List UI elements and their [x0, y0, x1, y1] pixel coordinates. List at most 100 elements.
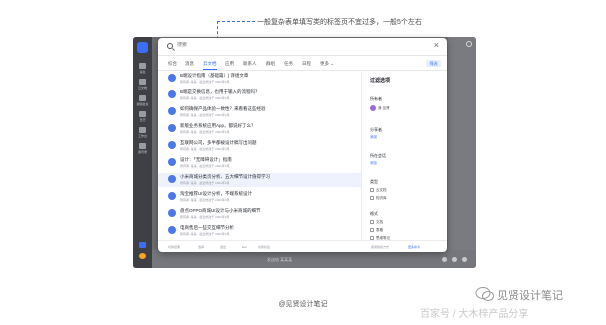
filter-button[interactable]: 筛选 — [426, 60, 441, 67]
type-option-docs[interactable]: 云文档 — [370, 187, 410, 193]
result-item-highlighted[interactable]: 小米商城分类页分析、五大细节设计值得学习 所有者: 某某 · 最近修改于 202… — [158, 173, 361, 187]
tab-messages[interactable]: 消息 — [185, 61, 194, 67]
annotation-line — [217, 21, 255, 22]
watermark-subtitle: 百家号 / 大木梓产品分享 — [420, 309, 529, 320]
tab-calendar[interactable]: 日程 — [302, 61, 311, 67]
app-sidebar: 消息 云文档 视频会议 日历 工作台 通讯录 — [133, 37, 152, 268]
search-panel: × 综合 消息 云文档 应用 联系人 群组 任务 日程 更多 ⌄ 筛选 B端设计… — [158, 38, 447, 252]
search-bar: × — [158, 38, 447, 56]
workspace-icon[interactable] — [139, 127, 146, 133]
result-title: B端是交换信息，也用于输入的流程吗？ — [180, 89, 260, 94]
sidebar-label-contacts: 通讯录 — [137, 150, 147, 154]
group-add-link[interactable]: 添加 — [370, 161, 377, 166]
annotation-text: 一般复杂表单填写类的标签页不宜过多，一般5个左右 — [257, 19, 422, 26]
result-meta: 所有者: 某某 · 最近修改于 2021年3月 — [180, 129, 230, 134]
sharer-add-link[interactable]: 添加 — [370, 135, 377, 140]
format-option-label: 文档 — [376, 219, 383, 224]
search-input[interactable] — [177, 42, 377, 48]
doc-icon — [168, 107, 176, 115]
checkbox[interactable] — [370, 235, 374, 240]
result-item[interactable]: 盘点OPPO商城UI设计与小米商城的细节 所有者: 某某 · 最近修改于 202… — [158, 207, 361, 221]
format-option-sheet[interactable]: 表格 — [370, 227, 410, 233]
doc-icon — [168, 158, 176, 166]
contacts-icon[interactable] — [139, 143, 146, 149]
owner-label: 所有者 — [370, 96, 382, 101]
profile-icon[interactable] — [139, 253, 146, 259]
docs-icon[interactable] — [139, 79, 146, 85]
doc-icon — [168, 226, 176, 234]
doc-icon — [168, 90, 176, 98]
owner-chip[interactable]: 我·见贤 — [370, 104, 408, 111]
composer-placeholder: 发送给 某某某 — [267, 257, 293, 262]
type-option-label: 云文档 — [376, 187, 387, 192]
tab-all[interactable]: 综合 — [168, 61, 177, 67]
result-item[interactable]: 新版业务系统应用App，都说好了么？ 所有者: 某某 · 最近修改于 2021年… — [158, 122, 361, 136]
hint-switch-tab: 切换标签 — [258, 245, 271, 249]
message-icon[interactable] — [139, 63, 146, 69]
checkbox[interactable] — [370, 227, 374, 232]
tab-contacts[interactable]: 联系人 — [243, 61, 257, 67]
shortcut-footer: 切换结果 选择 退出 Esc 切换标签 使用快捷方式 更多命令 — [158, 240, 447, 252]
result-meta: 所有者: 某某 · 最近修改于 2021年3月 — [180, 163, 230, 168]
result-item[interactable]: 如何确保产品体验一致性？来看看这些经验 所有者: 某某 · 最近修改于 2021… — [158, 105, 361, 119]
sidebar-label-workspace: 工作台 — [137, 134, 147, 138]
doc-icon — [168, 74, 176, 82]
tab-tasks[interactable]: 任务 — [284, 61, 293, 67]
emoji-icon[interactable] — [442, 257, 447, 262]
hint-esc: Esc — [242, 245, 248, 249]
tab-apps[interactable]: 应用 — [225, 61, 234, 67]
type-option-wiki[interactable]: 知识库 — [370, 195, 410, 201]
result-title: 互联网公司，多半都被设计稿写出问题 — [180, 140, 257, 145]
video-icon[interactable] — [139, 95, 146, 101]
sidebar-label-messages: 消息 — [139, 70, 146, 74]
result-item[interactable]: 设计：「无障碍设计」指南 所有者: 某某 · 最近修改于 2021年3月 — [158, 156, 361, 170]
result-item[interactable]: 淘宝推荐UI设计分析，不端系统设计 所有者: 某某 · 最近修改于 2021年3… — [158, 190, 361, 204]
hint-select: 选择 — [198, 245, 205, 249]
result-item[interactable]: 电商售后一些交互细节分析 所有者: 某某 · 最近修改于 2021年3月 — [158, 224, 361, 238]
type-option-label: 知识库 — [376, 195, 387, 200]
active-tab-indicator — [203, 69, 217, 70]
message-composer[interactable]: 发送给 某某某 — [152, 250, 476, 268]
doc-icon — [168, 175, 176, 183]
result-meta: 所有者: 某某 · 最近修改于 2021年3月 — [180, 197, 230, 202]
result-item[interactable]: B端设计指南（基础篇）| 译组文章 所有者: 某某 · 最近修改于 2021年3… — [158, 72, 361, 86]
tab-more[interactable]: 更多 ⌄ — [320, 61, 334, 67]
sidebar-label-video: 视频会议 — [136, 102, 149, 106]
results-list: B端设计指南（基础篇）| 译组文章 所有者: 某某 · 最近修改于 2021年3… — [158, 72, 361, 240]
help-icon[interactable] — [466, 41, 472, 47]
chevron-down-icon: ⌄ — [330, 61, 335, 66]
format-option-doc[interactable]: 文档 — [370, 219, 410, 225]
owner-chip-text: 我·见贤 — [378, 105, 390, 110]
doc-icon — [168, 141, 176, 149]
result-title: 新版业务系统应用App，都说好了么？ — [180, 123, 256, 128]
hint-exit: 退出 — [220, 245, 227, 249]
app-store-icon[interactable] — [139, 242, 146, 248]
attach-icon[interactable] — [452, 257, 457, 262]
search-icon — [167, 43, 173, 49]
checkbox[interactable] — [370, 195, 374, 200]
checkbox[interactable] — [370, 187, 374, 192]
type-label: 类型 — [370, 179, 378, 184]
tab-docs[interactable]: 云文档 — [203, 61, 217, 67]
result-title: 小米商城分类页分析、五大细节设计值得学习 — [180, 174, 270, 179]
result-item[interactable]: 互联网公司，多半都被设计稿写出问题 所有者: 某某 · 最近修改于 2021年3… — [158, 139, 361, 153]
calendar-icon[interactable] — [139, 111, 146, 117]
group-label: 所在会话 — [370, 153, 386, 158]
result-title: 淘宝推荐UI设计分析，不端系统设计 — [180, 191, 252, 196]
result-item[interactable]: B端是交换信息，也用于输入的流程吗？ 所有者: 某某 · 最近修改于 2021年… — [158, 88, 361, 102]
tab-groups[interactable]: 群组 — [266, 61, 275, 67]
checkbox[interactable] — [370, 219, 374, 224]
format-label: 格式 — [370, 211, 378, 216]
user-avatar[interactable] — [137, 42, 148, 53]
stage: 一般复杂表单填写类的标签页不宜过多，一般5个左右 消息 云文档 视频会议 日历 … — [0, 0, 606, 325]
result-title: B端设计指南（基础篇）| 译组文章 — [180, 73, 249, 78]
app-background — [448, 37, 476, 268]
result-meta: 所有者: 某某 · 最近修改于 2021年3月 — [180, 79, 230, 84]
close-icon[interactable]: × — [434, 41, 439, 50]
tab-bar: 综合 消息 云文档 应用 联系人 群组 任务 日程 更多 ⌄ 筛选 — [158, 57, 447, 71]
more-commands-link[interactable]: 更多命令 — [408, 245, 420, 249]
sidebar-label-calendar: 日历 — [139, 118, 146, 122]
result-meta: 所有者: 某某 · 最近修改于 2021年3月 — [180, 95, 230, 100]
result-meta: 所有者: 某某 · 最近修改于 2021年3月 — [180, 214, 230, 219]
send-icon[interactable] — [462, 257, 467, 262]
